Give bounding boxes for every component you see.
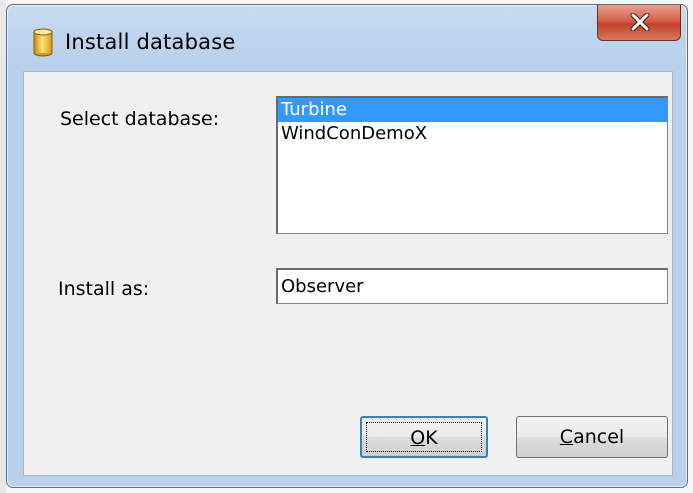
dialog-body: Select database: Turbine WindConDemoX In…: [23, 71, 673, 476]
dialog-title: Install database: [65, 30, 236, 54]
cancel-mnemonic: C: [559, 426, 574, 448]
select-database-label: Select database:: [60, 108, 220, 130]
focus-rectangle: [366, 422, 482, 452]
cancel-button[interactable]: Cancel: [516, 416, 668, 458]
list-item[interactable]: WindConDemoX: [278, 122, 667, 146]
ok-button[interactable]: OK: [360, 416, 488, 458]
title-bar[interactable]: Install database: [7, 5, 687, 75]
list-item[interactable]: Turbine: [278, 98, 667, 122]
close-icon: [630, 13, 650, 31]
database-icon: [33, 27, 53, 57]
database-listbox[interactable]: Turbine WindConDemoX: [276, 96, 668, 234]
install-as-input[interactable]: [276, 268, 668, 304]
close-button[interactable]: [597, 5, 681, 41]
install-as-label: Install as:: [58, 278, 150, 300]
cancel-label: ancel: [573, 426, 625, 448]
install-database-dialog: Install database Select database: Turbin…: [6, 4, 688, 488]
